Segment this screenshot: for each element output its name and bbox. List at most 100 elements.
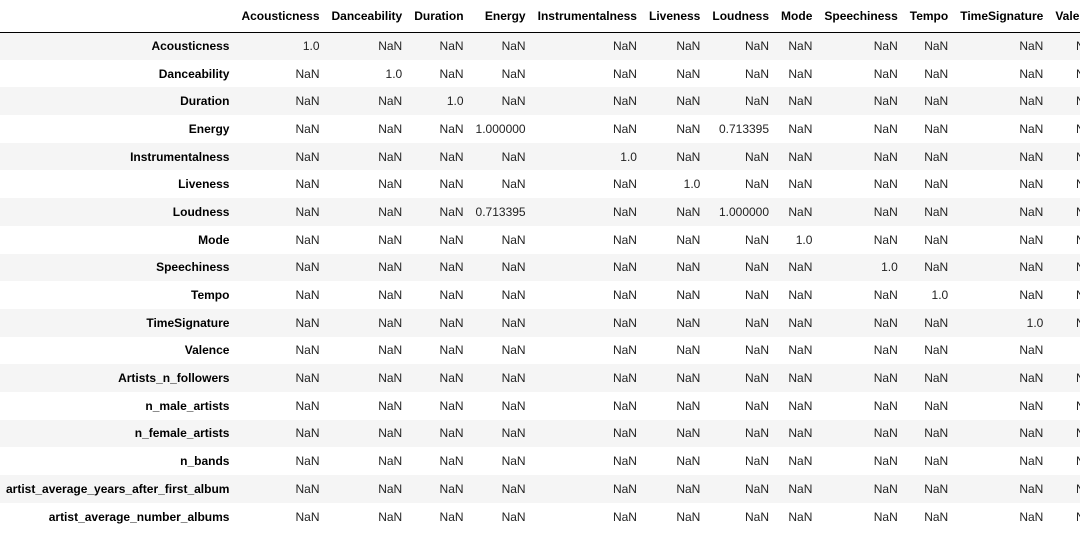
table-cell: 1.000000	[475, 121, 526, 136]
table-cell: NaN	[676, 66, 701, 81]
table-cell: NaN	[612, 343, 637, 358]
table-cell: NaN	[676, 39, 701, 54]
table-cell: NaN	[788, 39, 813, 54]
table-cell: NaN	[501, 94, 526, 109]
table-cell: NaN	[295, 204, 320, 219]
table-cell: NaN	[788, 398, 813, 413]
notebook-output-area: Acousticness Danceability Duration Energy In…	[0, 0, 1080, 535]
table-cell: 0.713395	[718, 121, 770, 136]
row-label: artist_average_years_after_first_album	[6, 481, 230, 496]
table-cell: NaN	[378, 177, 403, 192]
table-cell: NaN	[295, 66, 320, 81]
table-cell: NaN	[745, 232, 770, 247]
table-row: Mode NaN NaN NaN NaN NaN NaN NaN 1.0 NaN NaN NaN NaN	[0, 225, 1080, 254]
table-cell: NaN	[378, 121, 403, 136]
table-cell: NaN	[676, 315, 701, 330]
table-cell: 1.0	[795, 232, 813, 247]
table-cell: 1.0	[931, 288, 949, 303]
row-label: Mode	[198, 232, 230, 247]
table-row: artist_average_number_albums NaN NaN NaN NaN…	[0, 502, 1080, 531]
table-cell: NaN	[745, 426, 770, 441]
table-cell: NaN	[1019, 66, 1044, 81]
table-cell: NaN	[676, 426, 701, 441]
table-cell: NaN	[501, 398, 526, 413]
table-cell: NaN	[612, 94, 637, 109]
table-cell: NaN	[924, 315, 949, 330]
table-cell: NaN	[1019, 343, 1044, 358]
table-cell: NaN	[1019, 288, 1044, 303]
table-cell: NaN	[439, 121, 464, 136]
table-cell: NaN	[439, 371, 464, 386]
table-cell: NaN	[1049, 32, 1080, 60]
table-cell: NaN	[676, 94, 701, 109]
row-label: Speechiness	[156, 260, 230, 275]
table-cell: NaN	[873, 66, 898, 81]
column-header: Tempo	[903, 0, 955, 33]
table-cell: NaN	[788, 509, 813, 524]
table-cell: NaN	[745, 66, 770, 81]
table-cell: NaN	[612, 426, 637, 441]
table-cell: 1.0	[881, 260, 898, 275]
column-header: Acousticness	[235, 0, 326, 33]
table-cell: NaN	[788, 454, 813, 469]
table-cell: NaN	[439, 204, 464, 219]
table-cell: NaN	[501, 481, 526, 496]
table-cell: NaN	[439, 66, 464, 81]
table-cell: NaN	[745, 288, 770, 303]
table-cell: NaN	[745, 481, 770, 496]
table-cell: 1.0	[385, 66, 403, 81]
table-cell: NaN	[873, 149, 898, 164]
table-cell: NaN	[295, 260, 320, 275]
table-cell: NaN	[1019, 426, 1044, 441]
table-cell: NaN	[1019, 371, 1044, 386]
table-cell: NaN	[1049, 475, 1080, 503]
table-cell: NaN	[501, 232, 526, 247]
table-cell: NaN	[1049, 503, 1080, 531]
table-cell: NaN	[1049, 447, 1080, 475]
table-cell: NaN	[788, 315, 813, 330]
table-cell: NaN	[924, 177, 949, 192]
table-cell: NaN	[295, 481, 320, 496]
column-header: Duration	[408, 0, 470, 33]
table-cell: NaN	[676, 204, 701, 219]
table-cell: 1.0	[683, 177, 701, 192]
table-cell: NaN	[1019, 94, 1044, 109]
table-cell: NaN	[1049, 87, 1080, 115]
column-header: TimeSignature	[954, 0, 1050, 33]
table-cell: NaN	[924, 371, 949, 386]
table-cell: 1.0	[446, 94, 464, 109]
table-cell: NaN	[788, 288, 813, 303]
table-cell: NaN	[873, 454, 898, 469]
table-cell: NaN	[924, 66, 949, 81]
table-row: Liveness NaN NaN NaN NaN NaN 1.0 NaN NaN NaN NaN Na…	[0, 170, 1080, 199]
table-cell: NaN	[873, 371, 898, 386]
table-cell: NaN	[788, 149, 813, 164]
table-cell: NaN	[439, 343, 464, 358]
table-cell: NaN	[295, 371, 320, 386]
table-row: Valence NaN NaN NaN NaN NaN NaN NaN NaN NaN NaN NaN…	[0, 336, 1080, 365]
table-cell: NaN	[873, 232, 898, 247]
table-cell: NaN	[295, 177, 320, 192]
table-row: Danceability NaN 1.0 NaN NaN NaN NaN NaN NaN NaN N…	[0, 59, 1080, 88]
table-cell: NaN	[924, 454, 949, 469]
table-row: Acousticness 1.0 NaN NaN NaN NaN NaN NaN NaN NaN N…	[0, 32, 1080, 60]
table-cell: NaN	[1049, 226, 1080, 254]
table-cell: NaN	[1019, 481, 1044, 496]
table-cell: NaN	[501, 177, 526, 192]
table-cell: NaN	[1019, 232, 1044, 247]
table-cell: NaN	[612, 177, 637, 192]
table-cell: NaN	[1049, 420, 1080, 448]
table-cell: 1.0	[1026, 315, 1044, 330]
table-cell: NaN	[612, 509, 637, 524]
table-cell: NaN	[439, 454, 464, 469]
table-cell: NaN	[439, 288, 464, 303]
table-cell: NaN	[924, 426, 949, 441]
table-cell: NaN	[439, 398, 464, 413]
column-header: Danceability	[325, 0, 409, 33]
table-cell: NaN	[1019, 121, 1044, 136]
table-cell: NaN	[378, 39, 403, 54]
table-cell: NaN	[745, 94, 770, 109]
table-cell: NaN	[1049, 198, 1080, 226]
table-cell: NaN	[378, 481, 403, 496]
table-cell: NaN	[1019, 39, 1044, 54]
